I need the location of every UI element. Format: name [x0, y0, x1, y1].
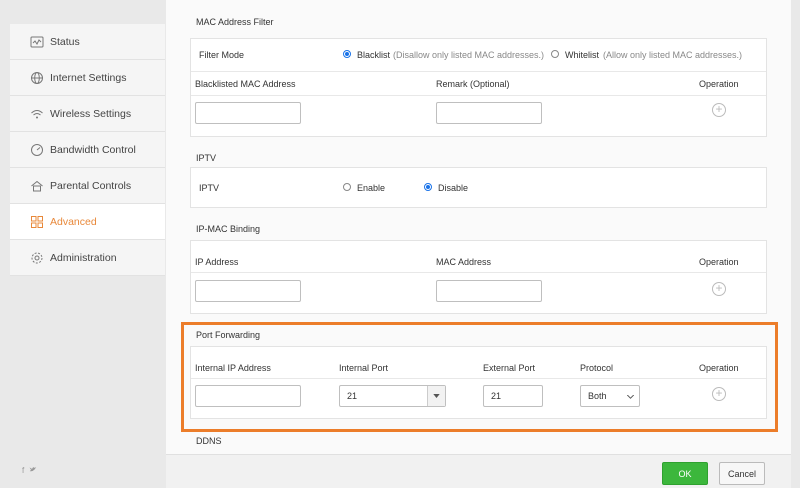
wifi-icon	[30, 107, 44, 121]
blacklist-label[interactable]: Blacklist	[357, 50, 390, 60]
ok-button[interactable]: OK	[662, 462, 708, 485]
divider	[191, 95, 766, 96]
col-mac-address: MAC Address	[436, 257, 492, 267]
divider	[191, 378, 766, 379]
ip-mac-binding-title: IP-MAC Binding	[196, 224, 261, 234]
internal-ip-input[interactable]	[195, 385, 301, 407]
divider	[191, 272, 766, 273]
col-operation: Operation	[699, 257, 739, 267]
status-icon	[30, 35, 44, 49]
sidebar-nav: Status Internet Settings Wireless Settin…	[10, 24, 165, 276]
sidebar-item-label: Status	[50, 35, 80, 48]
social-links: f	[22, 466, 37, 475]
add-row-icon[interactable]: +	[712, 387, 726, 401]
mac-filter-title: MAC Address Filter	[196, 17, 274, 27]
sidebar-item-label: Bandwidth Control	[50, 143, 136, 156]
iptv-disable-radio[interactable]	[424, 183, 432, 191]
col-operation: Operation	[699, 79, 739, 89]
sidebar-item-internet-settings[interactable]: Internet Settings	[10, 60, 165, 96]
blacklist-hint: (Disallow only listed MAC addresses.)	[393, 50, 545, 60]
facebook-icon[interactable]: f	[22, 466, 24, 475]
divider	[191, 71, 766, 72]
sidebar-item-label: Internet Settings	[50, 71, 127, 84]
chevron-down-icon	[626, 386, 635, 406]
chevron-down-icon[interactable]	[427, 386, 445, 406]
sidebar-item-label: Parental Controls	[50, 179, 132, 192]
iptv-disable-label[interactable]: Disable	[438, 183, 468, 193]
blacklist-radio[interactable]	[343, 50, 351, 58]
sidebar-item-administration[interactable]: Administration	[10, 240, 165, 276]
grid-icon	[30, 215, 44, 229]
house-icon	[30, 179, 44, 193]
sidebar-item-advanced[interactable]: Advanced	[10, 204, 165, 240]
port-forwarding-panel: Internal IP Address Internal Port Extern…	[190, 346, 767, 419]
col-internal-ip: Internal IP Address	[195, 363, 271, 373]
sidebar-item-bandwidth-control[interactable]: Bandwidth Control	[10, 132, 165, 168]
port-forwarding-title: Port Forwarding	[196, 330, 261, 340]
col-internal-port: Internal Port	[339, 363, 389, 373]
col-blacklisted-mac: Blacklisted MAC Address	[195, 79, 296, 89]
ip-address-input[interactable]	[195, 280, 301, 302]
iptv-label: IPTV	[199, 183, 220, 193]
col-protocol: Protocol	[580, 363, 614, 373]
gauge-icon	[30, 143, 44, 157]
external-port-input[interactable]: 21	[483, 385, 543, 407]
iptv-panel: IPTV Enable Disable	[190, 167, 767, 208]
sidebar-item-label: Administration	[50, 251, 117, 264]
mac-address-input[interactable]	[195, 102, 301, 124]
whitelist-label[interactable]: Whitelist	[565, 50, 599, 60]
globe-icon	[30, 71, 44, 85]
internal-port-value: 21	[347, 391, 358, 401]
remark-input[interactable]	[436, 102, 542, 124]
sidebar-item-label: Advanced	[50, 215, 97, 228]
col-ip-address: IP Address	[195, 257, 239, 267]
sidebar-item-status[interactable]: Status	[10, 24, 165, 60]
iptv-enable-label[interactable]: Enable	[357, 183, 385, 193]
iptv-title: IPTV	[196, 153, 217, 163]
col-remark: Remark (Optional)	[436, 79, 510, 89]
internal-port-combobox[interactable]: 21	[339, 385, 446, 407]
ddns-title: DDNS	[196, 436, 222, 446]
cancel-button[interactable]: Cancel	[719, 462, 765, 485]
sidebar-item-parental-controls[interactable]: Parental Controls	[10, 168, 165, 204]
gear-icon	[30, 251, 44, 265]
ip-mac-binding-panel: IP Address MAC Address Operation +	[190, 240, 767, 314]
footer-bar: OK Cancel	[166, 454, 791, 488]
mac-address-input[interactable]	[436, 280, 542, 302]
mac-filter-panel: Filter Mode Blacklist (Disallow only lis…	[190, 38, 767, 137]
whitelist-radio[interactable]	[551, 50, 559, 58]
col-operation: Operation	[699, 363, 739, 373]
sidebar-item-label: Wireless Settings	[50, 107, 132, 120]
filter-mode-label: Filter Mode	[199, 50, 245, 60]
twitter-icon[interactable]	[29, 466, 37, 475]
col-external-port: External Port	[483, 363, 536, 373]
protocol-value: Both	[588, 391, 607, 401]
add-row-icon[interactable]: +	[712, 103, 726, 117]
protocol-select[interactable]: Both	[580, 385, 640, 407]
iptv-enable-radio[interactable]	[343, 183, 351, 191]
main-content: MAC Address Filter Filter Mode Blacklist…	[166, 0, 791, 488]
whitelist-hint: (Allow only listed MAC addresses.)	[603, 50, 743, 60]
sidebar-item-wireless-settings[interactable]: Wireless Settings	[10, 96, 165, 132]
add-row-icon[interactable]: +	[712, 282, 726, 296]
